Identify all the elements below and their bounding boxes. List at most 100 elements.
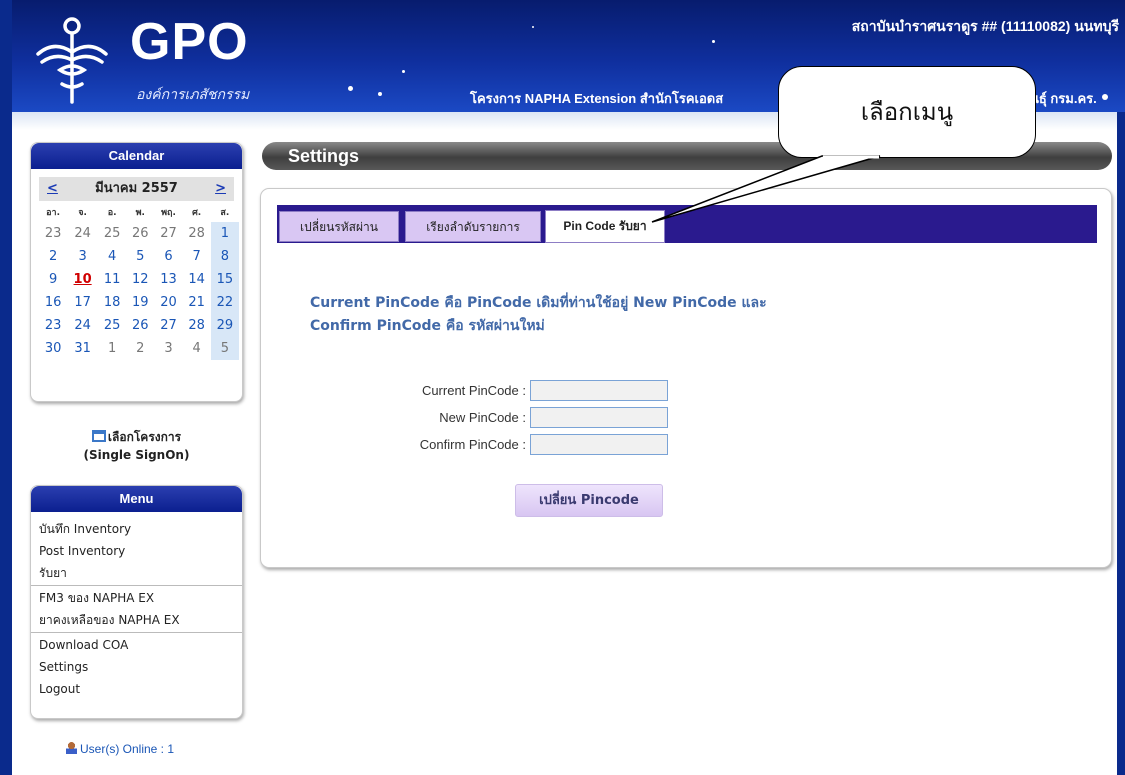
menu-separator [31,632,242,633]
calendar-day[interactable]: 13 [154,268,182,291]
users-online: User(s) Online : 1 [66,742,174,756]
tab-pin-code[interactable]: Pin Code รับยา [545,210,665,243]
calendar-week: 30 31 1 2 3 4 5 [39,337,239,360]
new-pincode-input[interactable] [530,407,668,428]
project-name-end: นธุ์ กรม.คร. [1030,91,1097,106]
calendar-day[interactable]: 15 [210,268,239,291]
settings-panel: เปลี่ยนรหัสผ่าน เรียงลำดับรายการ Pin Cod… [260,188,1112,568]
calendar-day[interactable]: 23 [39,314,67,337]
sparkle [348,86,353,91]
calendar-day[interactable]: 7 [183,245,211,268]
calendar-day[interactable]: 1 [98,337,126,360]
sparkle [1102,94,1108,100]
menu-list: บันทึก Inventory Post Inventory รับยา FM3 ข… [31,512,242,700]
menu-item[interactable]: Post Inventory [31,540,242,562]
calendar-day[interactable]: 2 [39,245,67,268]
calendar-day[interactable]: 23 [39,222,67,245]
calendar-day[interactable]: 22 [210,291,239,314]
calendar-day[interactable]: 20 [154,291,182,314]
calendar-day[interactable]: 12 [126,268,154,291]
calendar-week: 2345678 [39,245,239,268]
calendar-week: 9 10 11 12 13 14 15 [39,268,239,291]
calendar-title: Calendar [31,143,242,169]
single-signon-link[interactable]: เลือกโครงการ (Single SignOn) [30,428,243,464]
hospital-name: สถาบันบำราศนราดูร ## (11110082) นนทบุรี [851,18,1119,34]
menu-item[interactable]: FM3 ของ NAPHA EX [31,587,242,609]
sparkle [532,26,534,28]
new-pincode-label: New PinCode : [439,410,526,425]
single-signon-label: เลือกโครงการ [107,430,182,444]
confirm-pincode-input[interactable] [530,434,668,455]
calendar-day[interactable]: 17 [67,291,98,314]
tab-change-password[interactable]: เปลี่ยนรหัสผ่าน [279,211,399,242]
menu-item[interactable]: Logout [31,678,242,700]
calendar-day[interactable]: 3 [67,245,98,268]
menu-item[interactable]: Settings [31,656,242,678]
calendar-day-today[interactable]: 10 [67,268,98,291]
menu-item[interactable]: รับยา [31,562,242,584]
current-pincode-label: Current PinCode : [421,383,526,398]
confirm-pincode-label: Confirm PinCode : [419,437,526,452]
calendar-day[interactable]: 21 [183,291,211,314]
calendar-day[interactable]: 14 [183,268,211,291]
weekday-header: จ. [78,207,87,218]
calendar-day[interactable]: 27 [154,222,182,245]
pincode-info-line1: Current PinCode คือ PinCode เดิมที่ท่านใ… [310,295,767,311]
calendar-day[interactable]: 28 [183,314,211,337]
user-icon [66,742,77,754]
calendar-day[interactable]: 4 [183,337,211,360]
new-pincode-row: New PinCode : [291,407,671,429]
calendar-day[interactable]: 1 [210,222,239,245]
calendar-panel: Calendar < มีนาคม 2557 > อา. จ. อ. พ. พฤ. ศ. ส… [30,142,243,402]
calendar-day[interactable]: 2 [126,337,154,360]
menu-item[interactable]: บันทึก Inventory [31,518,242,540]
settings-tabs: เปลี่ยนรหัสผ่าน เรียงลำดับรายการ Pin Cod… [277,205,1097,243]
current-pincode-input[interactable] [530,380,668,401]
logo-subtitle: องค์การเภสัชกรรม [136,87,250,103]
calendar-day[interactable]: 11 [98,268,126,291]
calendar-day[interactable]: 24 [67,222,98,245]
calendar-month: มีนาคม 2557 [95,181,178,196]
calendar-day[interactable]: 26 [126,222,154,245]
calendar-day[interactable]: 26 [126,314,154,337]
tab-sort-items[interactable]: เรียงลำดับรายการ [405,211,541,242]
pincode-info: Current PinCode คือ PinCode เดิมที่ท่านใ… [310,292,870,338]
menu-item[interactable]: Download COA [31,634,242,656]
calendar-day[interactable]: 5 [210,337,239,360]
calendar-day[interactable]: 30 [39,337,67,360]
calendar-day[interactable]: 16 [39,291,67,314]
menu-item[interactable]: ยาคงเหลือของ NAPHA EX [31,609,242,631]
calendar-day[interactable]: 4 [98,245,126,268]
calendar-day[interactable]: 5 [126,245,154,268]
logo-text: GPO [130,13,249,71]
change-pincode-button[interactable]: เปลี่ยน Pincode [515,484,663,517]
calendar-day[interactable]: 18 [98,291,126,314]
calendar-day[interactable]: 25 [98,314,126,337]
weekday-header: ศ. [192,207,202,218]
calendar-day[interactable]: 27 [154,314,182,337]
calendar-day[interactable]: 25 [98,222,126,245]
calendar-day[interactable]: 9 [39,268,67,291]
calendar-week: 23 24 25 26 27 28 29 [39,314,239,337]
callout-bubble: เลือกเมนู [778,66,1036,158]
calendar-day[interactable]: 29 [210,314,239,337]
calendar-day[interactable]: 19 [126,291,154,314]
current-pincode-row: Current PinCode : [291,380,671,402]
calendar-day[interactable]: 8 [210,245,239,268]
left-border [0,0,12,775]
project-name: โครงการ NAPHA Extension สำนักโรคเอดส [470,91,724,106]
calendar-day[interactable]: 31 [67,337,98,360]
calendar-week: 23 24 25 26 27 28 1 [39,222,239,245]
users-online-label: User(s) Online : 1 [80,742,175,756]
calendar-day[interactable]: 28 [183,222,211,245]
sparkle [712,40,715,43]
calendar-day[interactable]: 24 [67,314,98,337]
next-month-link[interactable]: > [215,177,226,201]
prev-month-link[interactable]: < [47,177,58,201]
calendar-nav: < มีนาคม 2557 > [39,177,234,201]
weekday-header: อ. [107,207,117,218]
menu-separator [31,585,242,586]
calendar-day[interactable]: 6 [154,245,182,268]
single-signon-sub: (Single SignOn) [83,448,190,462]
calendar-day[interactable]: 3 [154,337,182,360]
